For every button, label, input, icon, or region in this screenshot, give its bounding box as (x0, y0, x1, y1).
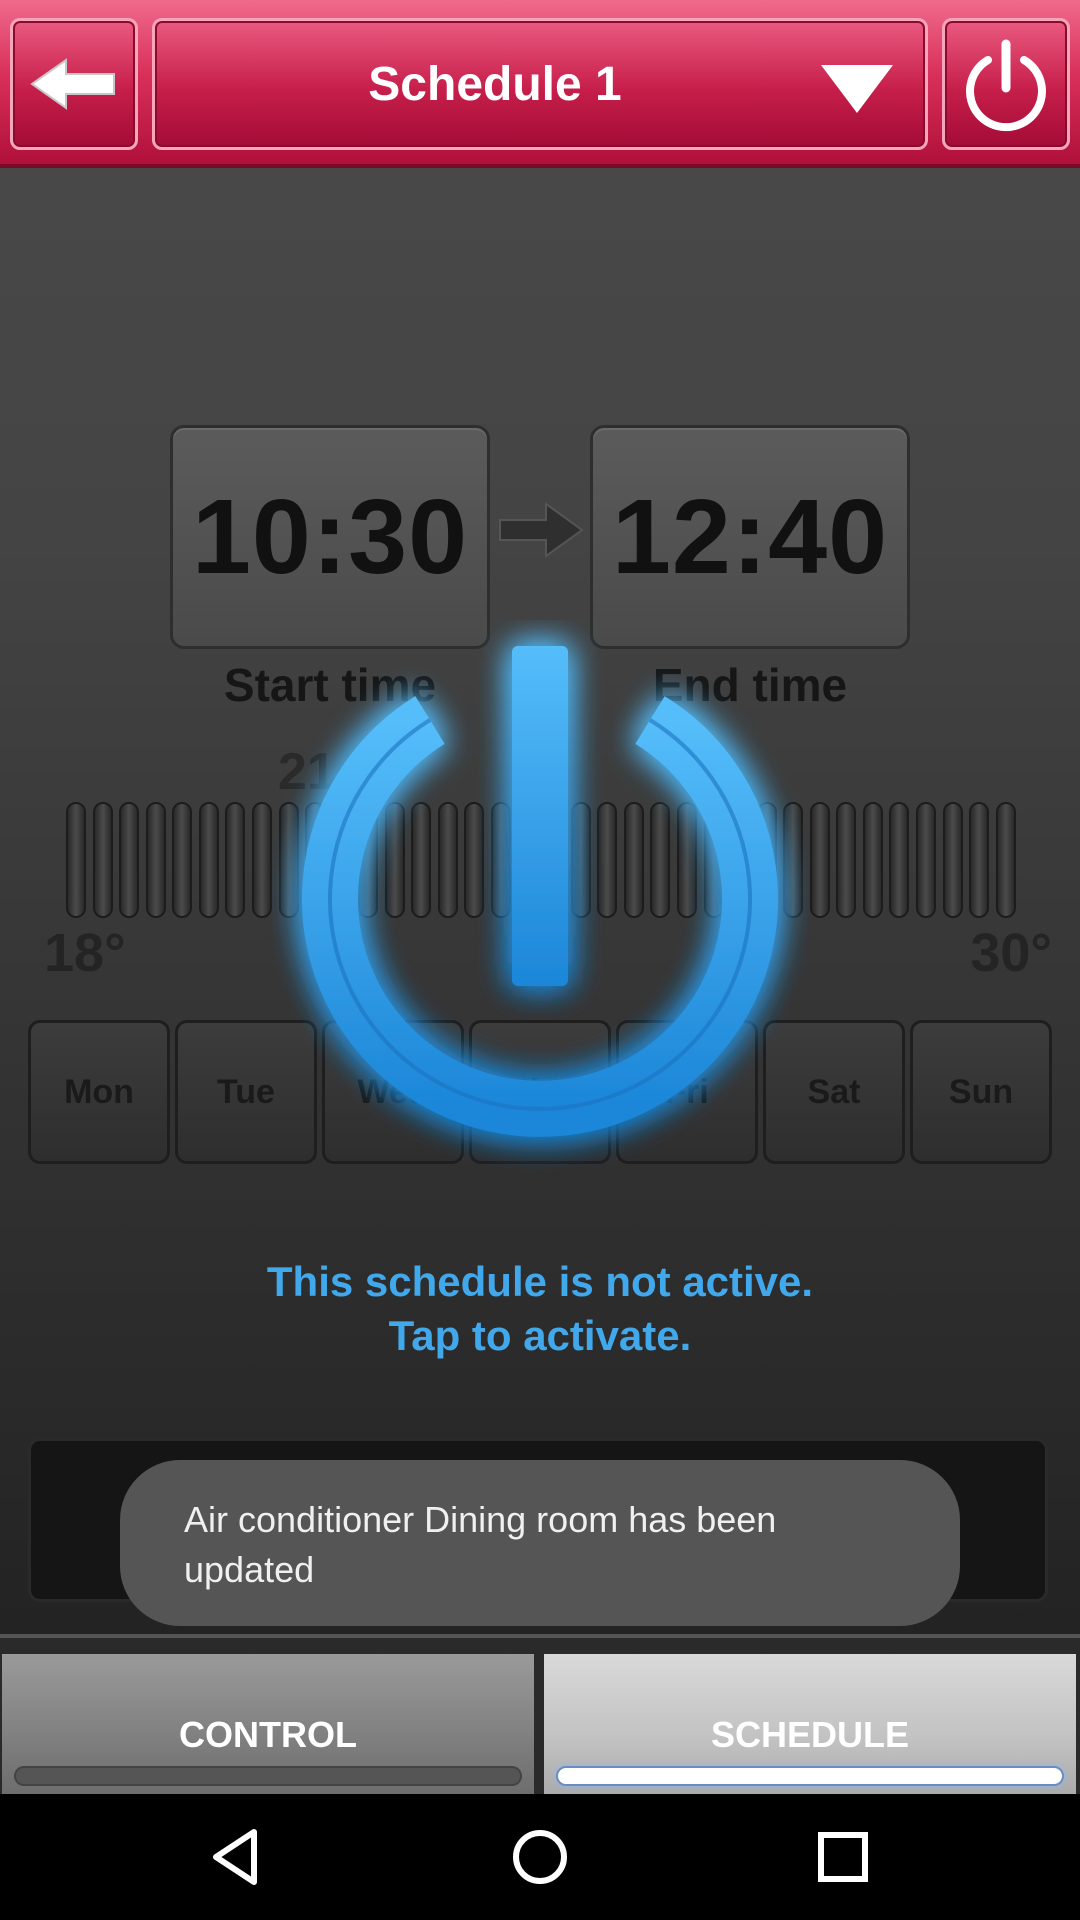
start-time-box[interactable]: 10:30 (170, 425, 490, 649)
temperature-max-label: 30° (970, 923, 1052, 983)
slider-tick (969, 802, 990, 918)
slider-tick (862, 802, 883, 918)
status-line-1: This schedule is not active. (266, 1258, 814, 1305)
toast-notification: Air conditioner Dining room has been upd… (120, 1460, 960, 1626)
slider-tick (889, 802, 910, 918)
power-button[interactable] (942, 18, 1070, 150)
nav-home-icon[interactable] (505, 1822, 575, 1892)
tab-control-label: CONTROL (179, 1714, 357, 1755)
arrow-left-icon (30, 58, 115, 110)
day-button-sun[interactable]: Sun (910, 1020, 1052, 1164)
tab-control[interactable]: CONTROL (0, 1652, 536, 1794)
slider-tick (198, 802, 219, 918)
back-button[interactable] (10, 18, 138, 150)
tab-schedule-label: SCHEDULE (710, 1714, 910, 1755)
schedule-title: Schedule 1 (368, 57, 622, 111)
status-line-2: Tap to activate. (388, 1312, 692, 1359)
slider-tick (225, 802, 246, 918)
nav-recent-apps-icon[interactable] (808, 1822, 878, 1892)
slider-tick (942, 802, 963, 918)
slider-tick (809, 802, 830, 918)
slider-tick (145, 802, 166, 918)
system-nav-bar (0, 1794, 1080, 1920)
temperature-min-label: 18° (44, 923, 126, 983)
tab-bar: CONTROL SCHEDULE (0, 1634, 1080, 1794)
slider-tick (172, 802, 193, 918)
end-time-box[interactable]: 12:40 (590, 425, 910, 649)
power-icon (966, 39, 1046, 132)
app-screen: Schedule 1 10:30 12:40 Start time End ti… (0, 0, 1080, 1794)
tab-indicator-active (556, 1766, 1064, 1786)
tab-indicator (14, 1766, 522, 1786)
activation-status[interactable]: This schedule is not active. Tap to acti… (0, 1255, 1080, 1363)
tab-schedule[interactable]: SCHEDULE (542, 1652, 1078, 1794)
slider-tick (836, 802, 857, 918)
slider-tick (251, 802, 272, 918)
header-bar: Schedule 1 (0, 0, 1080, 168)
arrow-right-icon (499, 502, 584, 558)
slider-tick (119, 802, 140, 918)
start-time-value: 10:30 (191, 477, 469, 596)
schedule-selector[interactable]: Schedule 1 (152, 18, 928, 150)
slider-tick (916, 802, 936, 918)
triangle-down-icon (821, 65, 893, 113)
end-time-value: 12:40 (611, 477, 889, 596)
slider-tick (995, 802, 1016, 918)
activate-power-icon[interactable] (270, 620, 810, 1180)
slider-tick (66, 802, 86, 918)
day-button-mon[interactable]: Mon (28, 1020, 170, 1164)
slider-tick (92, 802, 113, 918)
nav-back-icon[interactable] (202, 1822, 272, 1892)
